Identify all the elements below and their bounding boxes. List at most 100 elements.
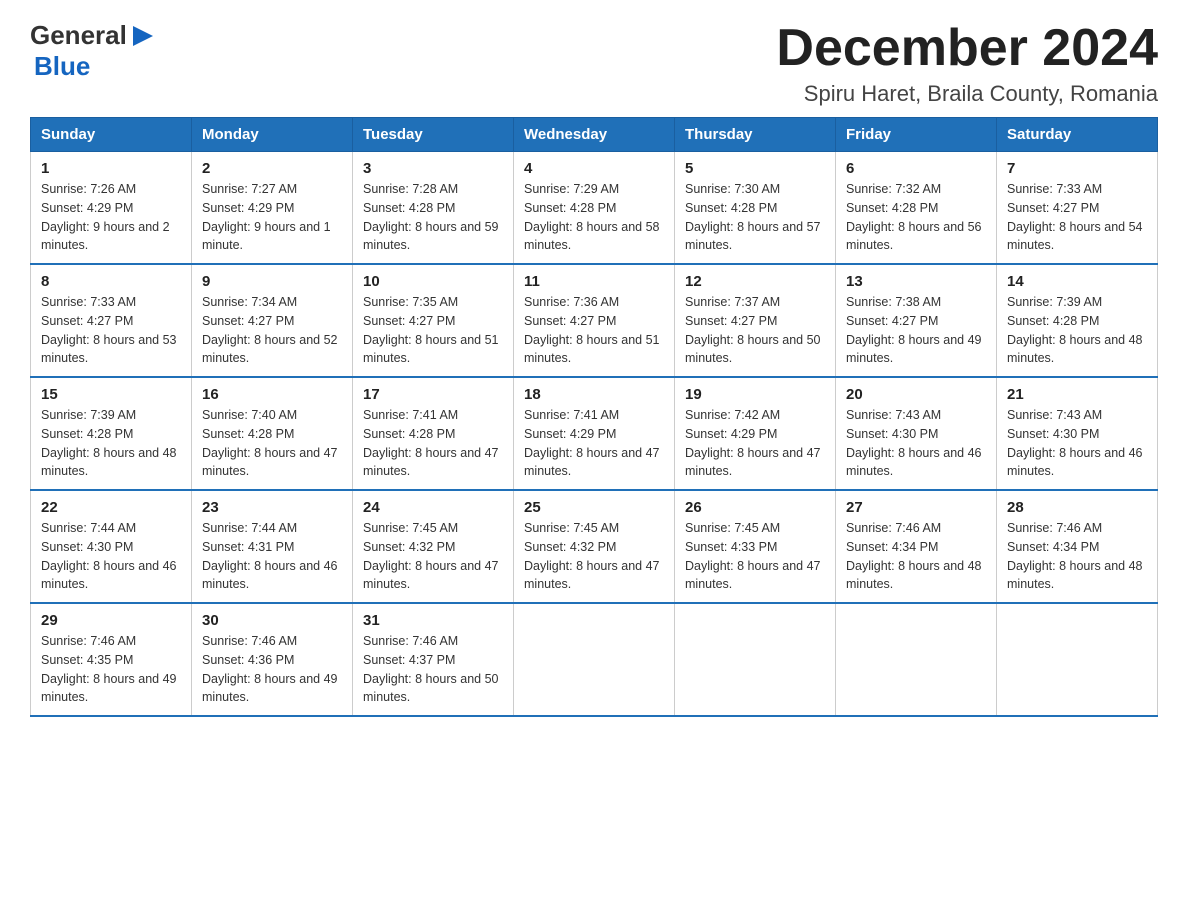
day-number: 11: [524, 273, 664, 290]
day-info: Sunrise: 7:40 AMSunset: 4:28 PMDaylight:…: [202, 408, 338, 478]
day-info: Sunrise: 7:30 AMSunset: 4:28 PMDaylight:…: [685, 182, 821, 252]
calendar-cell: [675, 603, 836, 716]
calendar-cell: 8 Sunrise: 7:33 AMSunset: 4:27 PMDayligh…: [31, 264, 192, 377]
day-info: Sunrise: 7:43 AMSunset: 4:30 PMDaylight:…: [846, 408, 982, 478]
day-number: 12: [685, 273, 825, 290]
calendar-cell: [997, 603, 1158, 716]
day-info: Sunrise: 7:33 AMSunset: 4:27 PMDaylight:…: [41, 295, 177, 365]
day-number: 8: [41, 273, 181, 290]
calendar-header-friday: Friday: [836, 118, 997, 152]
main-title: December 2024: [776, 20, 1158, 77]
day-info: Sunrise: 7:45 AMSunset: 4:33 PMDaylight:…: [685, 521, 821, 591]
calendar-cell: 28 Sunrise: 7:46 AMSunset: 4:34 PMDaylig…: [997, 490, 1158, 603]
calendar-cell: 9 Sunrise: 7:34 AMSunset: 4:27 PMDayligh…: [192, 264, 353, 377]
day-number: 5: [685, 160, 825, 177]
day-info: Sunrise: 7:27 AMSunset: 4:29 PMDaylight:…: [202, 182, 331, 252]
day-number: 25: [524, 499, 664, 516]
day-number: 22: [41, 499, 181, 516]
calendar-cell: 22 Sunrise: 7:44 AMSunset: 4:30 PMDaylig…: [31, 490, 192, 603]
day-info: Sunrise: 7:39 AMSunset: 4:28 PMDaylight:…: [1007, 295, 1143, 365]
day-number: 3: [363, 160, 503, 177]
day-number: 20: [846, 386, 986, 403]
calendar-header-wednesday: Wednesday: [514, 118, 675, 152]
calendar-cell: 7 Sunrise: 7:33 AMSunset: 4:27 PMDayligh…: [997, 152, 1158, 265]
calendar-cell: [514, 603, 675, 716]
day-number: 24: [363, 499, 503, 516]
calendar-cell: 10 Sunrise: 7:35 AMSunset: 4:27 PMDaylig…: [353, 264, 514, 377]
day-info: Sunrise: 7:45 AMSunset: 4:32 PMDaylight:…: [363, 521, 499, 591]
day-number: 28: [1007, 499, 1147, 516]
day-number: 17: [363, 386, 503, 403]
day-number: 31: [363, 612, 503, 629]
calendar-cell: 3 Sunrise: 7:28 AMSunset: 4:28 PMDayligh…: [353, 152, 514, 265]
calendar-cell: 15 Sunrise: 7:39 AMSunset: 4:28 PMDaylig…: [31, 377, 192, 490]
day-info: Sunrise: 7:46 AMSunset: 4:34 PMDaylight:…: [846, 521, 982, 591]
calendar-cell: 25 Sunrise: 7:45 AMSunset: 4:32 PMDaylig…: [514, 490, 675, 603]
day-number: 10: [363, 273, 503, 290]
calendar-header-row: SundayMondayTuesdayWednesdayThursdayFrid…: [31, 118, 1158, 152]
calendar-cell: 1 Sunrise: 7:26 AMSunset: 4:29 PMDayligh…: [31, 152, 192, 265]
day-number: 2: [202, 160, 342, 177]
day-info: Sunrise: 7:36 AMSunset: 4:27 PMDaylight:…: [524, 295, 660, 365]
calendar-header-tuesday: Tuesday: [353, 118, 514, 152]
day-number: 1: [41, 160, 181, 177]
day-info: Sunrise: 7:41 AMSunset: 4:28 PMDaylight:…: [363, 408, 499, 478]
calendar-cell: 12 Sunrise: 7:37 AMSunset: 4:27 PMDaylig…: [675, 264, 836, 377]
calendar-week-row: 15 Sunrise: 7:39 AMSunset: 4:28 PMDaylig…: [31, 377, 1158, 490]
day-info: Sunrise: 7:33 AMSunset: 4:27 PMDaylight:…: [1007, 182, 1143, 252]
calendar-cell: 31 Sunrise: 7:46 AMSunset: 4:37 PMDaylig…: [353, 603, 514, 716]
calendar-table: SundayMondayTuesdayWednesdayThursdayFrid…: [30, 117, 1158, 717]
logo-text-general: General: [30, 20, 127, 51]
calendar-header-saturday: Saturday: [997, 118, 1158, 152]
day-number: 14: [1007, 273, 1147, 290]
day-number: 27: [846, 499, 986, 516]
day-info: Sunrise: 7:46 AMSunset: 4:37 PMDaylight:…: [363, 634, 499, 704]
day-number: 13: [846, 273, 986, 290]
calendar-cell: 5 Sunrise: 7:30 AMSunset: 4:28 PMDayligh…: [675, 152, 836, 265]
calendar-cell: 4 Sunrise: 7:29 AMSunset: 4:28 PMDayligh…: [514, 152, 675, 265]
logo-text-blue: Blue: [34, 51, 90, 81]
day-number: 6: [846, 160, 986, 177]
calendar-cell: 16 Sunrise: 7:40 AMSunset: 4:28 PMDaylig…: [192, 377, 353, 490]
calendar-cell: 13 Sunrise: 7:38 AMSunset: 4:27 PMDaylig…: [836, 264, 997, 377]
day-number: 30: [202, 612, 342, 629]
calendar-cell: 23 Sunrise: 7:44 AMSunset: 4:31 PMDaylig…: [192, 490, 353, 603]
day-number: 7: [1007, 160, 1147, 177]
day-number: 29: [41, 612, 181, 629]
calendar-cell: [836, 603, 997, 716]
day-info: Sunrise: 7:34 AMSunset: 4:27 PMDaylight:…: [202, 295, 338, 365]
day-number: 9: [202, 273, 342, 290]
day-info: Sunrise: 7:35 AMSunset: 4:27 PMDaylight:…: [363, 295, 499, 365]
calendar-cell: 17 Sunrise: 7:41 AMSunset: 4:28 PMDaylig…: [353, 377, 514, 490]
day-number: 26: [685, 499, 825, 516]
calendar-cell: 21 Sunrise: 7:43 AMSunset: 4:30 PMDaylig…: [997, 377, 1158, 490]
calendar-cell: 26 Sunrise: 7:45 AMSunset: 4:33 PMDaylig…: [675, 490, 836, 603]
day-number: 4: [524, 160, 664, 177]
logo-arrow-icon: [129, 22, 157, 50]
calendar-cell: 11 Sunrise: 7:36 AMSunset: 4:27 PMDaylig…: [514, 264, 675, 377]
calendar-cell: 20 Sunrise: 7:43 AMSunset: 4:30 PMDaylig…: [836, 377, 997, 490]
day-info: Sunrise: 7:26 AMSunset: 4:29 PMDaylight:…: [41, 182, 170, 252]
day-info: Sunrise: 7:46 AMSunset: 4:34 PMDaylight:…: [1007, 521, 1143, 591]
title-container: December 2024 Spiru Haret, Braila County…: [776, 20, 1158, 107]
page-header: General Blue December 2024 Spiru Haret, …: [30, 20, 1158, 107]
day-info: Sunrise: 7:42 AMSunset: 4:29 PMDaylight:…: [685, 408, 821, 478]
day-info: Sunrise: 7:29 AMSunset: 4:28 PMDaylight:…: [524, 182, 660, 252]
day-info: Sunrise: 7:46 AMSunset: 4:35 PMDaylight:…: [41, 634, 177, 704]
calendar-cell: 6 Sunrise: 7:32 AMSunset: 4:28 PMDayligh…: [836, 152, 997, 265]
day-info: Sunrise: 7:32 AMSunset: 4:28 PMDaylight:…: [846, 182, 982, 252]
calendar-cell: 18 Sunrise: 7:41 AMSunset: 4:29 PMDaylig…: [514, 377, 675, 490]
calendar-week-row: 1 Sunrise: 7:26 AMSunset: 4:29 PMDayligh…: [31, 152, 1158, 265]
calendar-cell: 30 Sunrise: 7:46 AMSunset: 4:36 PMDaylig…: [192, 603, 353, 716]
calendar-header-sunday: Sunday: [31, 118, 192, 152]
day-info: Sunrise: 7:46 AMSunset: 4:36 PMDaylight:…: [202, 634, 338, 704]
day-number: 19: [685, 386, 825, 403]
day-number: 18: [524, 386, 664, 403]
day-number: 15: [41, 386, 181, 403]
day-info: Sunrise: 7:38 AMSunset: 4:27 PMDaylight:…: [846, 295, 982, 365]
day-info: Sunrise: 7:44 AMSunset: 4:31 PMDaylight:…: [202, 521, 338, 591]
day-info: Sunrise: 7:41 AMSunset: 4:29 PMDaylight:…: [524, 408, 660, 478]
calendar-week-row: 29 Sunrise: 7:46 AMSunset: 4:35 PMDaylig…: [31, 603, 1158, 716]
calendar-cell: 29 Sunrise: 7:46 AMSunset: 4:35 PMDaylig…: [31, 603, 192, 716]
logo: General Blue: [30, 20, 157, 82]
